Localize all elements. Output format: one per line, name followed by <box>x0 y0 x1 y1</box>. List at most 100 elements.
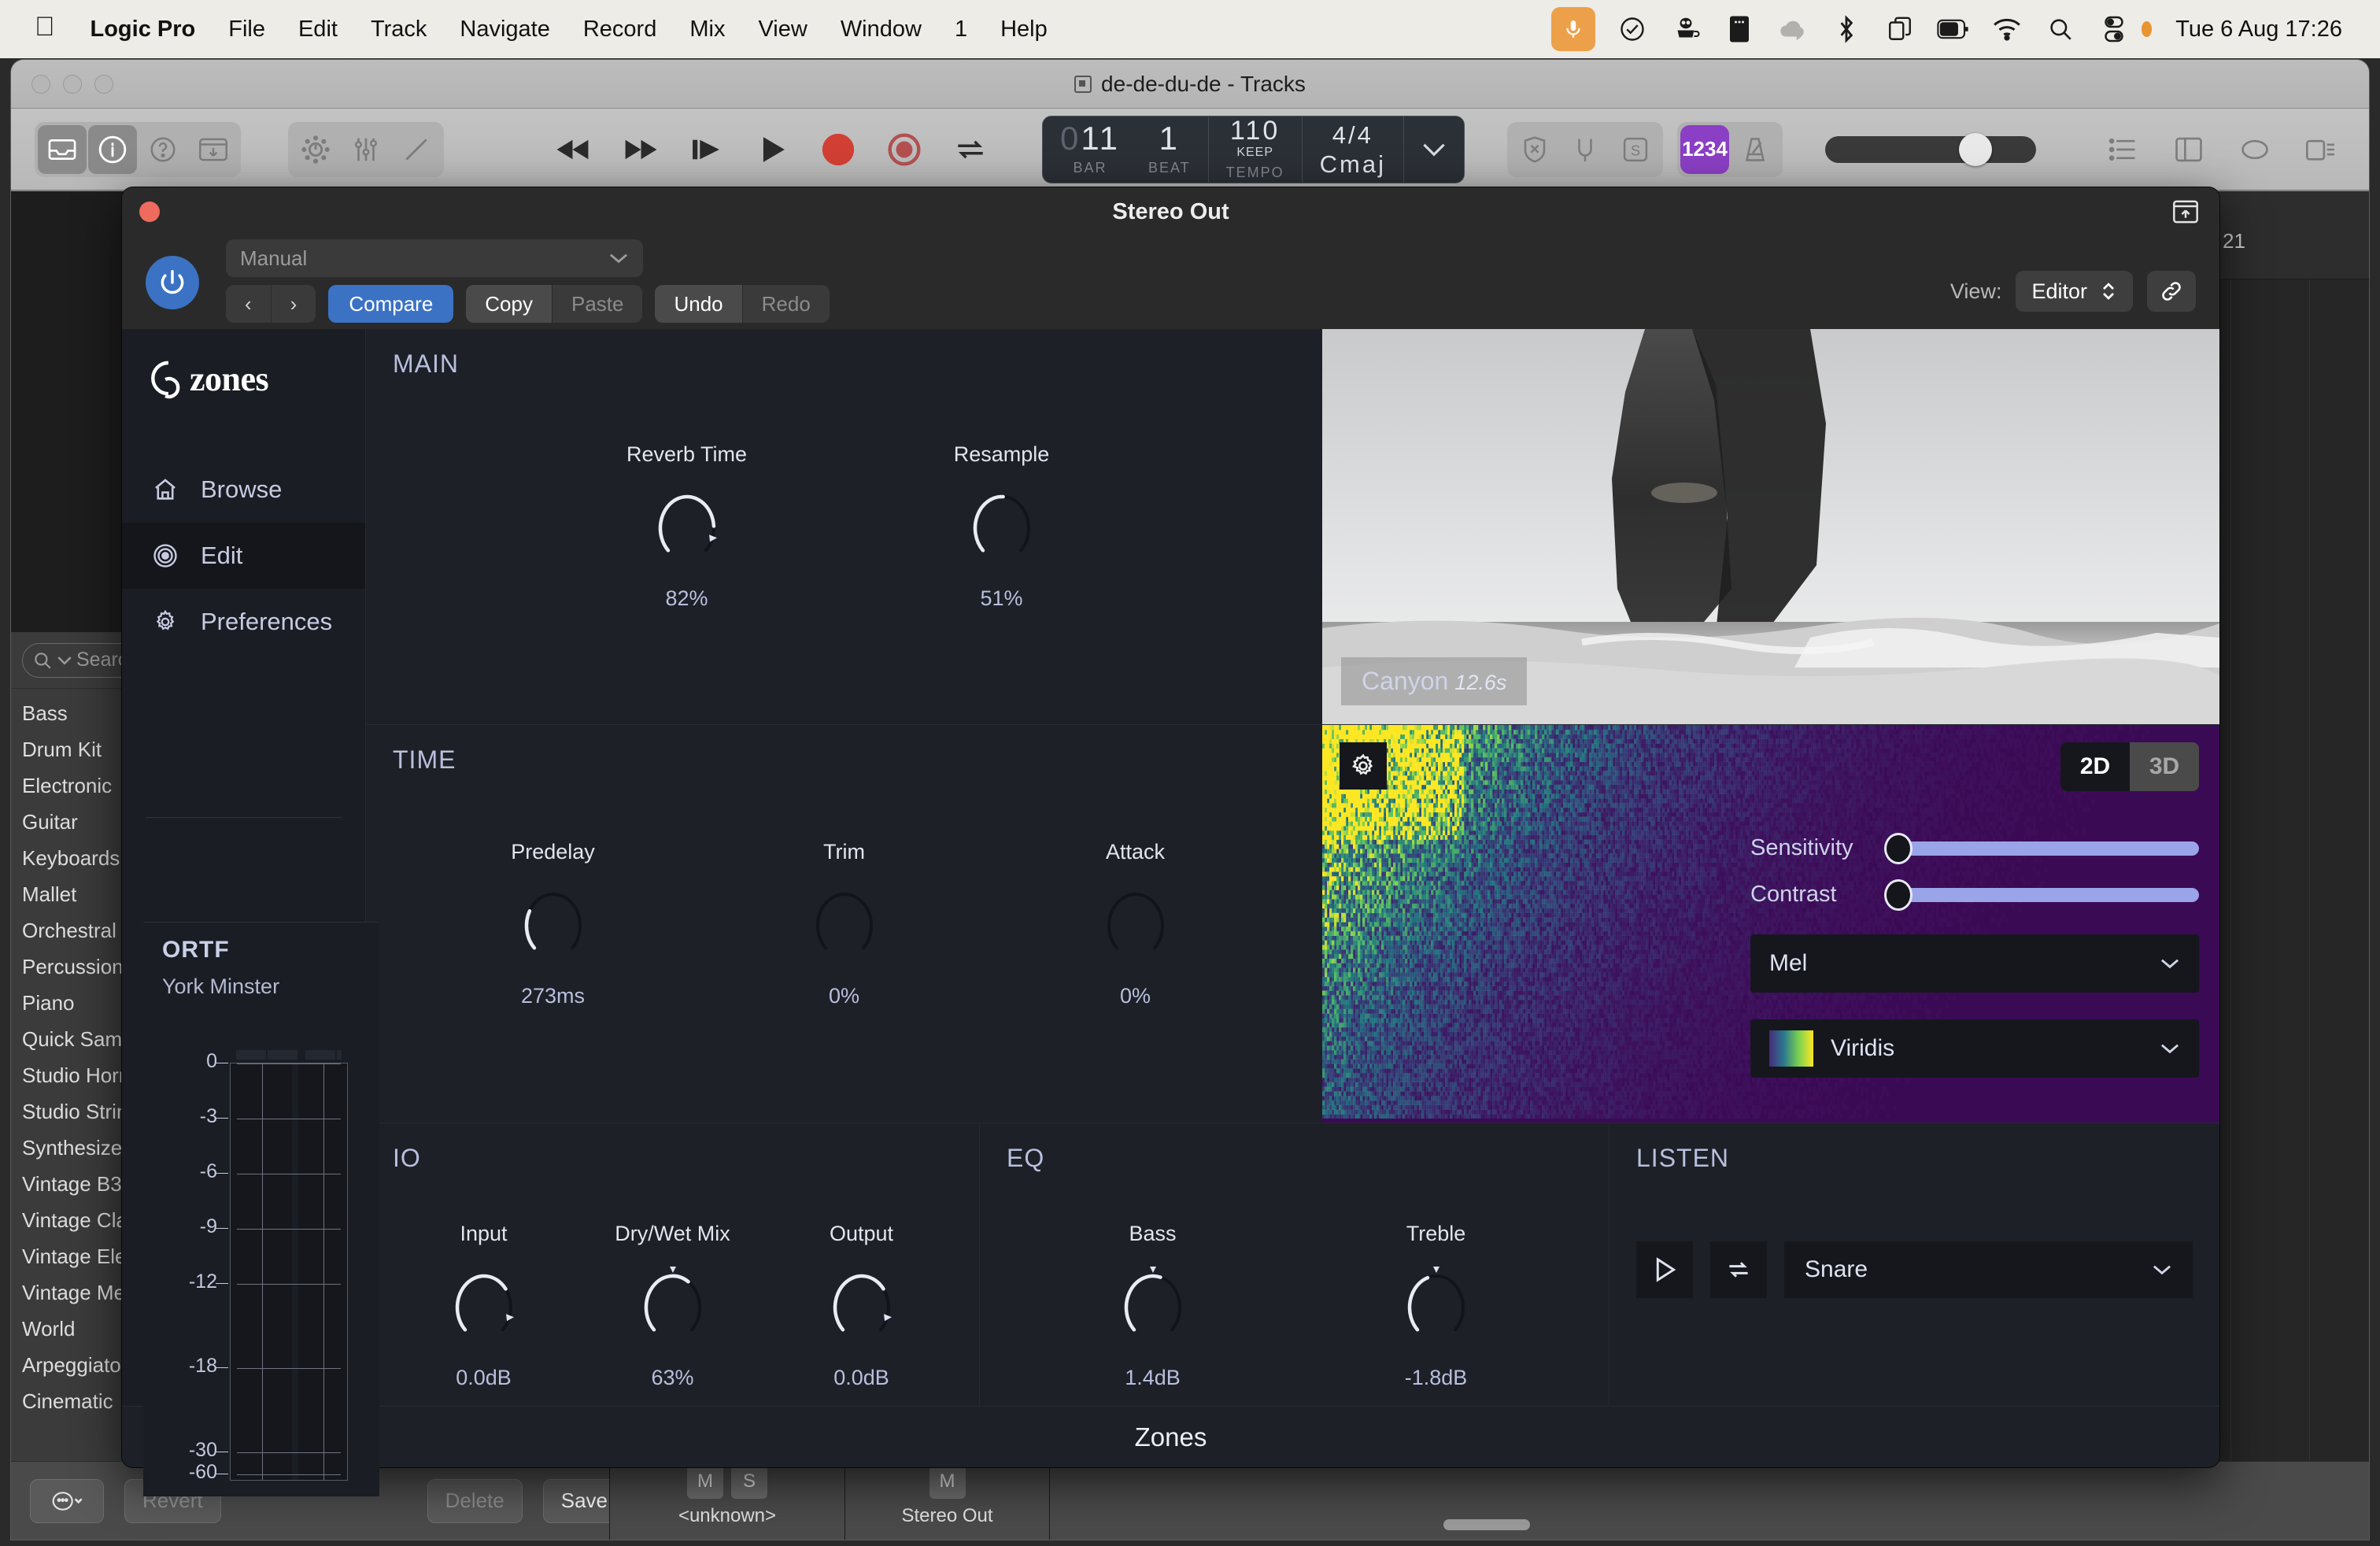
notepad-icon[interactable] <box>2164 125 2213 174</box>
download-icon[interactable] <box>189 125 238 174</box>
checkmark-circle-icon[interactable] <box>1616 13 1649 46</box>
next-preset-button[interactable]: › <box>272 285 316 323</box>
sidebar-item-browse[interactable]: Browse <box>122 457 365 523</box>
knob-dial[interactable] <box>630 1262 716 1348</box>
horizontal-scrollbar[interactable] <box>1443 1519 1530 1530</box>
screen-mirroring-icon[interactable] <box>1883 13 1916 46</box>
knob-reverb-time[interactable]: Reverb Time 82% <box>608 442 766 611</box>
delete-button[interactable]: Delete <box>427 1478 523 1523</box>
more-options-icon[interactable] <box>30 1478 104 1523</box>
menubar-clock[interactable]: Tue 6 Aug 17:26 <box>2175 17 2342 43</box>
apple-menu-icon[interactable]:  <box>17 13 74 45</box>
no-click-icon[interactable] <box>1510 125 1559 174</box>
close-window-button[interactable] <box>31 74 50 94</box>
play-icon[interactable] <box>1636 1241 1693 1298</box>
menu-item-view[interactable]: View <box>741 17 823 43</box>
library-icon[interactable] <box>38 124 87 174</box>
minimize-window-button[interactable] <box>63 74 82 94</box>
knob-dial[interactable] <box>801 880 888 967</box>
play-icon[interactable] <box>749 127 795 172</box>
rewind-icon[interactable] <box>551 127 597 172</box>
menu-item-one[interactable]: 1 <box>938 17 984 43</box>
sidebar-item-preferences[interactable]: Preferences <box>122 589 365 655</box>
prev-preset-button[interactable]: ‹ <box>226 285 271 323</box>
owl-coffee-icon[interactable] <box>1669 13 1702 46</box>
mute-button[interactable]: M <box>929 1464 966 1499</box>
menu-item-edit[interactable]: Edit <box>282 17 354 43</box>
control-center-icon[interactable] <box>2097 13 2131 46</box>
bluetooth-icon[interactable] <box>1830 13 1863 46</box>
fast-forward-icon[interactable] <box>617 127 663 172</box>
knob-attack[interactable]: Attack 0% <box>1057 840 1214 1008</box>
knob-input[interactable]: Input 0.0dB <box>405 1222 563 1390</box>
lcd-tempo[interactable]: 110 KEEP TEMPO <box>1209 116 1303 183</box>
sidebar-item-edit[interactable]: Edit <box>122 523 365 589</box>
master-volume-thumb[interactable] <box>1959 132 1993 166</box>
undo-button[interactable]: Undo <box>655 285 742 323</box>
knob-predelay[interactable]: Predelay 273ms <box>475 840 632 1008</box>
menu-item-record[interactable]: Record <box>567 17 674 43</box>
contrast-thumb[interactable] <box>1884 878 1913 911</box>
knob-dry-wet-mix[interactable]: Dry/Wet Mix 63% <box>594 1222 752 1390</box>
list-editors-icon[interactable] <box>2098 125 2147 174</box>
solo-button[interactable]: S <box>731 1464 767 1499</box>
knob-output[interactable]: Output 0.0dB <box>783 1222 941 1390</box>
master-volume-slider[interactable] <box>1825 132 2037 166</box>
knob-dial[interactable] <box>1092 880 1179 967</box>
wifi-icon[interactable] <box>1990 13 2023 46</box>
knob-dial[interactable] <box>644 483 730 569</box>
lcd-display[interactable]: 011 BAR 1 BEAT 110 KEEP TEMPO 4/4 Cmaj <box>1042 115 1465 183</box>
menu-item-help[interactable]: Help <box>984 17 1064 43</box>
dimension-toggle[interactable]: 2D 3D <box>2060 742 2199 791</box>
knob-dial[interactable] <box>1110 1262 1196 1348</box>
search-icon[interactable] <box>2044 13 2077 46</box>
ir-image-panel[interactable]: Canyon 12.6s <box>1322 329 2219 724</box>
microphone-icon[interactable] <box>1551 7 1596 51</box>
gear-icon[interactable] <box>1340 742 1387 790</box>
tuner-icon[interactable] <box>1561 125 1609 174</box>
view-select[interactable]: Editor <box>2016 271 2133 312</box>
menu-item-logic-pro[interactable]: Logic Pro <box>74 17 213 43</box>
mode-2d-button[interactable]: 2D <box>2060 742 2130 791</box>
menu-item-mix[interactable]: Mix <box>673 17 741 43</box>
mixer-icon[interactable] <box>342 125 390 174</box>
lcd-position[interactable]: 011 BAR 1 BEAT <box>1043 116 1209 183</box>
link-icon[interactable] <box>2147 271 2196 312</box>
copy-button[interactable]: Copy <box>466 285 552 323</box>
metronome-icon[interactable] <box>1731 125 1779 174</box>
menu-item-window[interactable]: Window <box>824 17 938 43</box>
mode-3d-button[interactable]: 3D <box>2130 742 2199 791</box>
cycle-icon[interactable] <box>948 127 993 172</box>
mute-button[interactable]: M <box>687 1464 723 1499</box>
contrast-slider[interactable] <box>1884 878 2199 911</box>
spectrogram-panel[interactable]: 2D 3D Sensitivity Contrast Mel Viridis <box>1322 725 2219 1123</box>
lcd-signature[interactable]: 4/4 Cmaj <box>1303 116 1405 183</box>
frequency-scale-select[interactable]: Mel <box>1750 934 2199 993</box>
browser-icon[interactable] <box>2297 125 2345 174</box>
menu-item-track[interactable]: Track <box>354 17 443 43</box>
expand-window-icon[interactable] <box>2172 198 2199 225</box>
knob-dial[interactable] <box>819 1262 905 1348</box>
solo-icon[interactable]: S <box>1611 125 1660 174</box>
knob-resample[interactable]: Resample 51% <box>923 442 1081 611</box>
loop-icon[interactable] <box>1710 1241 1767 1298</box>
knob-dial[interactable] <box>510 880 597 967</box>
lcd-expand-chevron-down-icon[interactable] <box>1404 117 1464 183</box>
record-icon[interactable] <box>815 127 861 172</box>
knob-dial[interactable] <box>441 1262 527 1348</box>
compare-button[interactable]: Compare <box>328 285 454 323</box>
menu-item-file[interactable]: File <box>212 17 282 43</box>
knob-trim[interactable]: Trim 0% <box>766 840 923 1008</box>
colormap-select[interactable]: Viridis <box>1750 1019 2199 1078</box>
paste-button[interactable]: Paste <box>552 285 643 323</box>
knob-bass[interactable]: Bass 1.4dB <box>1074 1222 1232 1390</box>
channel-strip-unknown[interactable]: M S <unknown> <box>609 1461 845 1540</box>
knob-dial[interactable] <box>1393 1262 1480 1348</box>
window-traffic-lights[interactable] <box>11 74 113 94</box>
info-icon[interactable] <box>88 124 137 174</box>
cloud-upload-icon[interactable] <box>1776 13 1809 46</box>
smart-controls-icon[interactable] <box>291 125 340 174</box>
count-in-button[interactable]: 1234 <box>1680 124 1730 174</box>
sensitivity-thumb[interactable] <box>1884 832 1913 864</box>
editor-pencil-icon[interactable] <box>392 125 441 174</box>
